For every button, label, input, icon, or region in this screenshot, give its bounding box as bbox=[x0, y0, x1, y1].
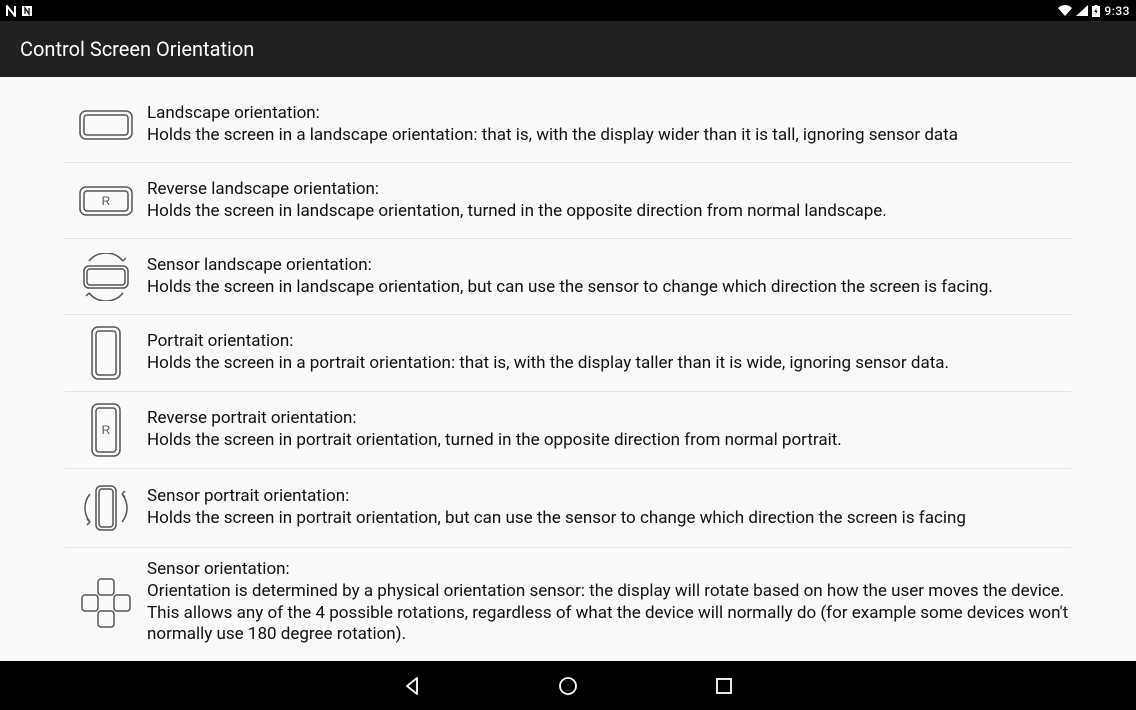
landscape-icon bbox=[65, 110, 147, 140]
home-button[interactable] bbox=[555, 673, 581, 699]
reverse-landscape-icon: R bbox=[65, 186, 147, 216]
list-item[interactable]: Sensor portrait orientation: Holds the s… bbox=[65, 469, 1071, 548]
list-item[interactable]: Landscape orientation: Holds the screen … bbox=[65, 87, 1071, 163]
item-title: Portrait orientation: bbox=[147, 331, 293, 351]
status-time: 9:33 bbox=[1104, 4, 1130, 18]
item-desc: Holds the screen in portrait orientation… bbox=[147, 430, 842, 450]
portrait-icon bbox=[65, 326, 147, 380]
cell-signal-icon bbox=[1076, 5, 1088, 16]
wifi-icon bbox=[1058, 5, 1072, 16]
svg-text:R: R bbox=[102, 423, 111, 437]
app-title: Control Screen Orientation bbox=[20, 37, 254, 61]
list-item[interactable]: R Reverse landscape orientation: Holds t… bbox=[65, 163, 1071, 239]
svg-text:R: R bbox=[102, 194, 111, 208]
recent-apps-button[interactable] bbox=[711, 673, 737, 699]
list-item[interactable]: Sensor landscape orientation: Holds the … bbox=[65, 239, 1071, 315]
item-title: Sensor orientation: bbox=[147, 559, 290, 579]
notification-n-icon bbox=[6, 5, 18, 17]
status-bar: 9:33 bbox=[0, 0, 1136, 21]
item-desc: Holds the screen in a landscape orientat… bbox=[147, 125, 958, 145]
item-desc: Orientation is determined by a physical … bbox=[147, 581, 1068, 645]
list-item[interactable]: Portrait orientation: Holds the screen i… bbox=[65, 315, 1071, 392]
item-title: Reverse landscape orientation: bbox=[147, 179, 379, 199]
battery-icon bbox=[1092, 5, 1100, 17]
list-item[interactable]: Sensor orientation: Orientation is deter… bbox=[65, 548, 1071, 657]
app-bar: Control Screen Orientation bbox=[0, 21, 1136, 77]
item-desc: Holds the screen in portrait orientation… bbox=[147, 508, 966, 528]
navigation-bar bbox=[0, 661, 1136, 710]
item-title: Sensor portrait orientation: bbox=[147, 486, 349, 506]
sensor-portrait-icon bbox=[65, 480, 147, 536]
notification-app-icon bbox=[22, 6, 32, 16]
back-button[interactable] bbox=[399, 673, 425, 699]
reverse-portrait-icon: R bbox=[65, 403, 147, 457]
content-list[interactable]: Landscape orientation: Holds the screen … bbox=[0, 77, 1136, 661]
item-title: Landscape orientation: bbox=[147, 103, 320, 123]
item-title: Sensor landscape orientation: bbox=[147, 255, 372, 275]
item-desc: Holds the screen in landscape orientatio… bbox=[147, 201, 887, 221]
list-item[interactable]: R Reverse portrait orientation: Holds th… bbox=[65, 392, 1071, 469]
item-desc: Holds the screen in landscape orientatio… bbox=[147, 277, 993, 297]
sensor-orientation-icon bbox=[65, 575, 147, 631]
sensor-landscape-icon bbox=[65, 253, 147, 301]
item-title: Reverse portrait orientation: bbox=[147, 408, 357, 428]
item-desc: Holds the screen in a portrait orientati… bbox=[147, 353, 949, 373]
